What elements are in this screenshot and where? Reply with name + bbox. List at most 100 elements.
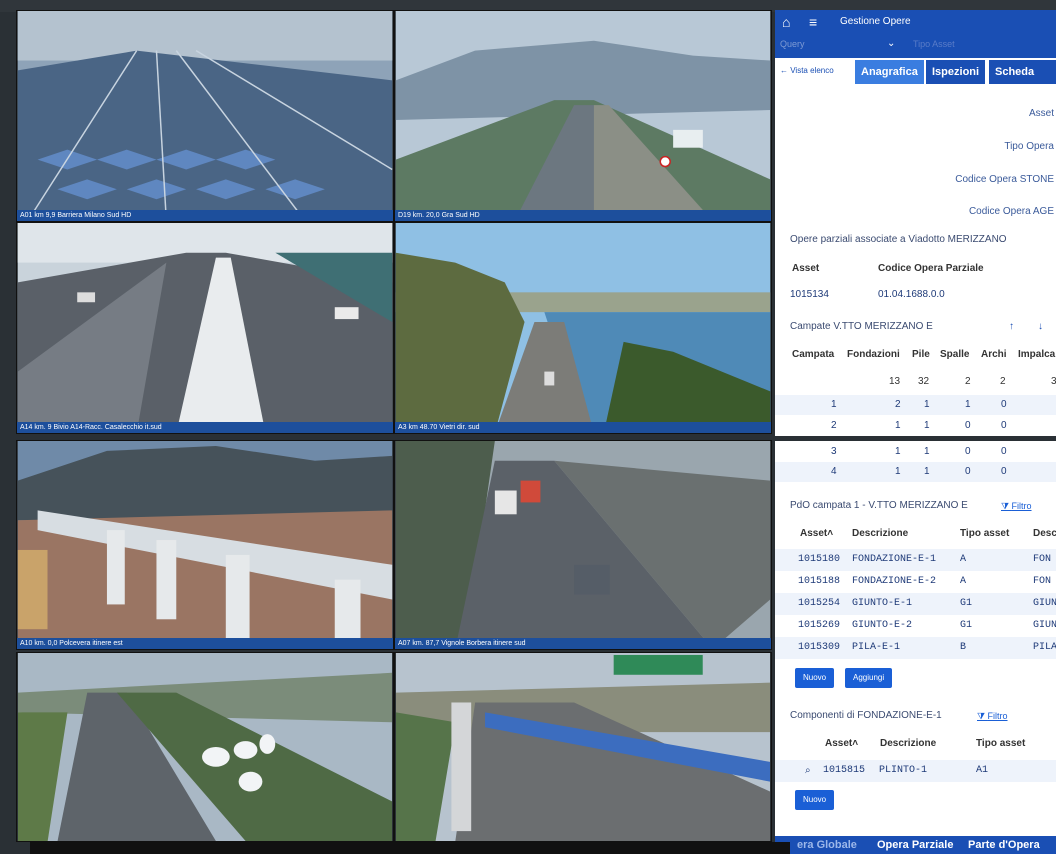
camera-feed-6[interactable]: A07 km. 87,7 Vignole Borbera itinere sud bbox=[394, 440, 772, 650]
camera-feed-4[interactable]: A3 km 48.70 Vietri dir. sud bbox=[394, 222, 772, 434]
tab-parte-opera[interactable]: Parte d'Opera bbox=[968, 839, 1040, 851]
campata-cell[interactable]: 3 bbox=[831, 446, 837, 457]
camera-image-5 bbox=[17, 441, 393, 649]
pdo-tipo-cell: G1 bbox=[960, 598, 973, 609]
componenti-new-button[interactable]: Nuovo bbox=[795, 790, 835, 810]
camera-feed-2[interactable]: D19 km. 20,0 Gra Sud HD bbox=[394, 10, 772, 222]
search-icon[interactable]: ⌕ bbox=[805, 765, 811, 776]
componente-descr-cell: PLINTO-1 bbox=[879, 765, 928, 776]
tipo-opera-label: Tipo Opera bbox=[1004, 141, 1054, 152]
monitor-wall: A01 km 9,9 Barriera Milano Sud HD D19 km… bbox=[0, 0, 1056, 854]
back-to-list-link[interactable]: ← Vista elenco bbox=[780, 66, 834, 75]
pile-cell: 1 bbox=[924, 399, 930, 410]
filter-icon: ⧩ bbox=[977, 711, 988, 721]
camera-caption: A10 km. 0,0 Polcevera itinere est bbox=[17, 638, 393, 649]
sort-icon: ˄ bbox=[827, 528, 834, 539]
back-label: Vista elenco bbox=[790, 66, 834, 75]
detail-tabs: ← Vista elenco Anagrafica Ispezioni Sche… bbox=[775, 60, 1056, 102]
campate-title: Campate V.TTO MERIZZANO E bbox=[790, 321, 933, 332]
col-asset-label: Asset bbox=[800, 528, 828, 539]
col-codice-parziale: Codice Opera Parziale bbox=[878, 263, 984, 274]
col-asset-label: Asset bbox=[825, 738, 853, 749]
pile-cell: 1 bbox=[924, 420, 930, 431]
table-row-stripe bbox=[775, 462, 1056, 482]
pdo-asset-cell[interactable]: 1015180 bbox=[798, 554, 840, 565]
archi-cell: 0 bbox=[1001, 446, 1007, 457]
pdo-add-button[interactable]: Aggiungi bbox=[845, 668, 893, 688]
pdo-new-button[interactable]: Nuovo bbox=[795, 668, 835, 688]
camera-feed-3[interactable]: A14 km. 9 Bivio A14-Racc. Casalecchio it… bbox=[16, 222, 394, 434]
camera-caption: A3 km 48.70 Vietri dir. sud bbox=[395, 422, 771, 433]
camera-feed-5[interactable]: A10 km. 0,0 Polcevera itinere est bbox=[16, 440, 394, 650]
tab-anagrafica[interactable]: Anagrafica bbox=[855, 60, 924, 84]
camera-image-3 bbox=[17, 223, 393, 433]
col-impalcati: Impalca bbox=[1018, 349, 1056, 360]
parziale-codice-value[interactable]: 01.04.1688.0.0 bbox=[878, 289, 945, 300]
tab-scheda-difetti[interactable]: Scheda Dife bbox=[989, 60, 1056, 102]
camera-feed-1[interactable]: A01 km 9,9 Barriera Milano Sud HD bbox=[16, 10, 394, 222]
fondazioni-cell: 1 bbox=[895, 420, 901, 431]
col-desc: Desc bbox=[1033, 528, 1056, 539]
pdo-asset-cell[interactable]: 1015269 bbox=[798, 620, 840, 631]
arrow-left-icon: ← bbox=[780, 66, 791, 75]
table-row-stripe bbox=[775, 395, 1056, 415]
componenti-filter-link[interactable]: ⧩ Filtro bbox=[977, 711, 1008, 722]
col-pile: Pile bbox=[912, 349, 930, 360]
col-campata: Campata bbox=[792, 349, 835, 360]
camera-feed-8[interactable] bbox=[394, 652, 772, 842]
pdo-desc-cell: FON bbox=[1033, 576, 1052, 587]
pdo-asset-cell[interactable]: 1015188 bbox=[798, 576, 840, 587]
arrow-down-icon[interactable]: ↓ bbox=[1038, 321, 1043, 332]
pdo-asset-cell[interactable]: 1015309 bbox=[798, 642, 840, 653]
sort-icon: ˄ bbox=[852, 738, 859, 749]
pile-cell: 1 bbox=[924, 446, 930, 457]
pdo-title: PdO campata 1 - V.TTO MERIZZANO E bbox=[790, 500, 968, 511]
pdo-tipo-cell: A bbox=[960, 554, 967, 565]
total-archi: 2 bbox=[1000, 376, 1006, 387]
home-icon[interactable]: ⌂ bbox=[782, 14, 790, 30]
col-descrizione: Descrizione bbox=[852, 528, 909, 539]
pdo-filter-link[interactable]: ⧩ Filtro bbox=[1001, 501, 1032, 512]
pdo-descr-cell: GIUNTO-E-1 bbox=[852, 598, 913, 609]
camera-caption: A14 km. 9 Bivio A14-Racc. Casalecchio it… bbox=[17, 422, 393, 433]
pdo-tipo-cell: G1 bbox=[960, 620, 973, 631]
pile-cell: 1 bbox=[924, 466, 930, 477]
tab-opera-parziale[interactable]: Opera Parziale bbox=[877, 839, 953, 851]
monitor-bottom-bezel bbox=[30, 842, 790, 854]
query-select[interactable]: Query bbox=[780, 39, 805, 49]
total-fondazioni: 13 bbox=[889, 376, 901, 387]
col-archi: Archi bbox=[981, 349, 1007, 360]
componente-tipo-cell: A1 bbox=[976, 765, 989, 776]
hamburger-menu-icon[interactable]: ≡ bbox=[809, 14, 817, 30]
search-bar: Query ⌄ Tipo Asset bbox=[775, 34, 1056, 58]
archi-cell: 0 bbox=[1001, 399, 1007, 410]
col-asset: Asset bbox=[792, 263, 820, 274]
pdo-desc-cell: GIUN bbox=[1033, 620, 1056, 631]
fondazioni-cell: 2 bbox=[895, 399, 901, 410]
componente-asset-cell[interactable]: 1015815 bbox=[823, 765, 865, 776]
campata-cell[interactable]: 1 bbox=[831, 399, 837, 410]
chevron-down-icon[interactable]: ⌄ bbox=[887, 38, 895, 49]
camera-image-6 bbox=[395, 441, 771, 649]
camera-image-4 bbox=[395, 223, 771, 433]
campata-cell[interactable]: 4 bbox=[831, 466, 837, 477]
camera-feed-7[interactable] bbox=[16, 652, 394, 842]
arrow-up-icon[interactable]: ↑ bbox=[1009, 321, 1014, 332]
campata-cell[interactable]: 2 bbox=[831, 420, 837, 431]
col-asset-sort[interactable]: Asset˄ bbox=[825, 738, 858, 749]
col-asset-sort[interactable]: Asset˄ bbox=[800, 528, 833, 539]
col-tipo-asset: Tipo asset bbox=[976, 738, 1026, 749]
parziale-asset-value[interactable]: 1015134 bbox=[790, 289, 829, 300]
tab-opera-globale[interactable]: era Globale bbox=[797, 839, 857, 851]
camera-caption: A07 km. 87,7 Vignole Borbera itinere sud bbox=[395, 638, 771, 649]
tab-ispezioni[interactable]: Ispezioni bbox=[926, 60, 986, 84]
codice-age-label: Codice Opera AGE bbox=[968, 206, 1054, 217]
fondazioni-cell: 1 bbox=[895, 446, 901, 457]
total-spalle: 2 bbox=[965, 376, 971, 387]
tipo-asset-input[interactable]: Tipo Asset bbox=[913, 39, 955, 49]
pdo-desc-cell: GIUN bbox=[1033, 598, 1056, 609]
camera-image-8 bbox=[395, 653, 771, 841]
camera-caption: D19 km. 20,0 Gra Sud HD bbox=[395, 210, 771, 221]
pdo-asset-cell[interactable]: 1015254 bbox=[798, 598, 840, 609]
camera-image-1 bbox=[17, 11, 393, 221]
